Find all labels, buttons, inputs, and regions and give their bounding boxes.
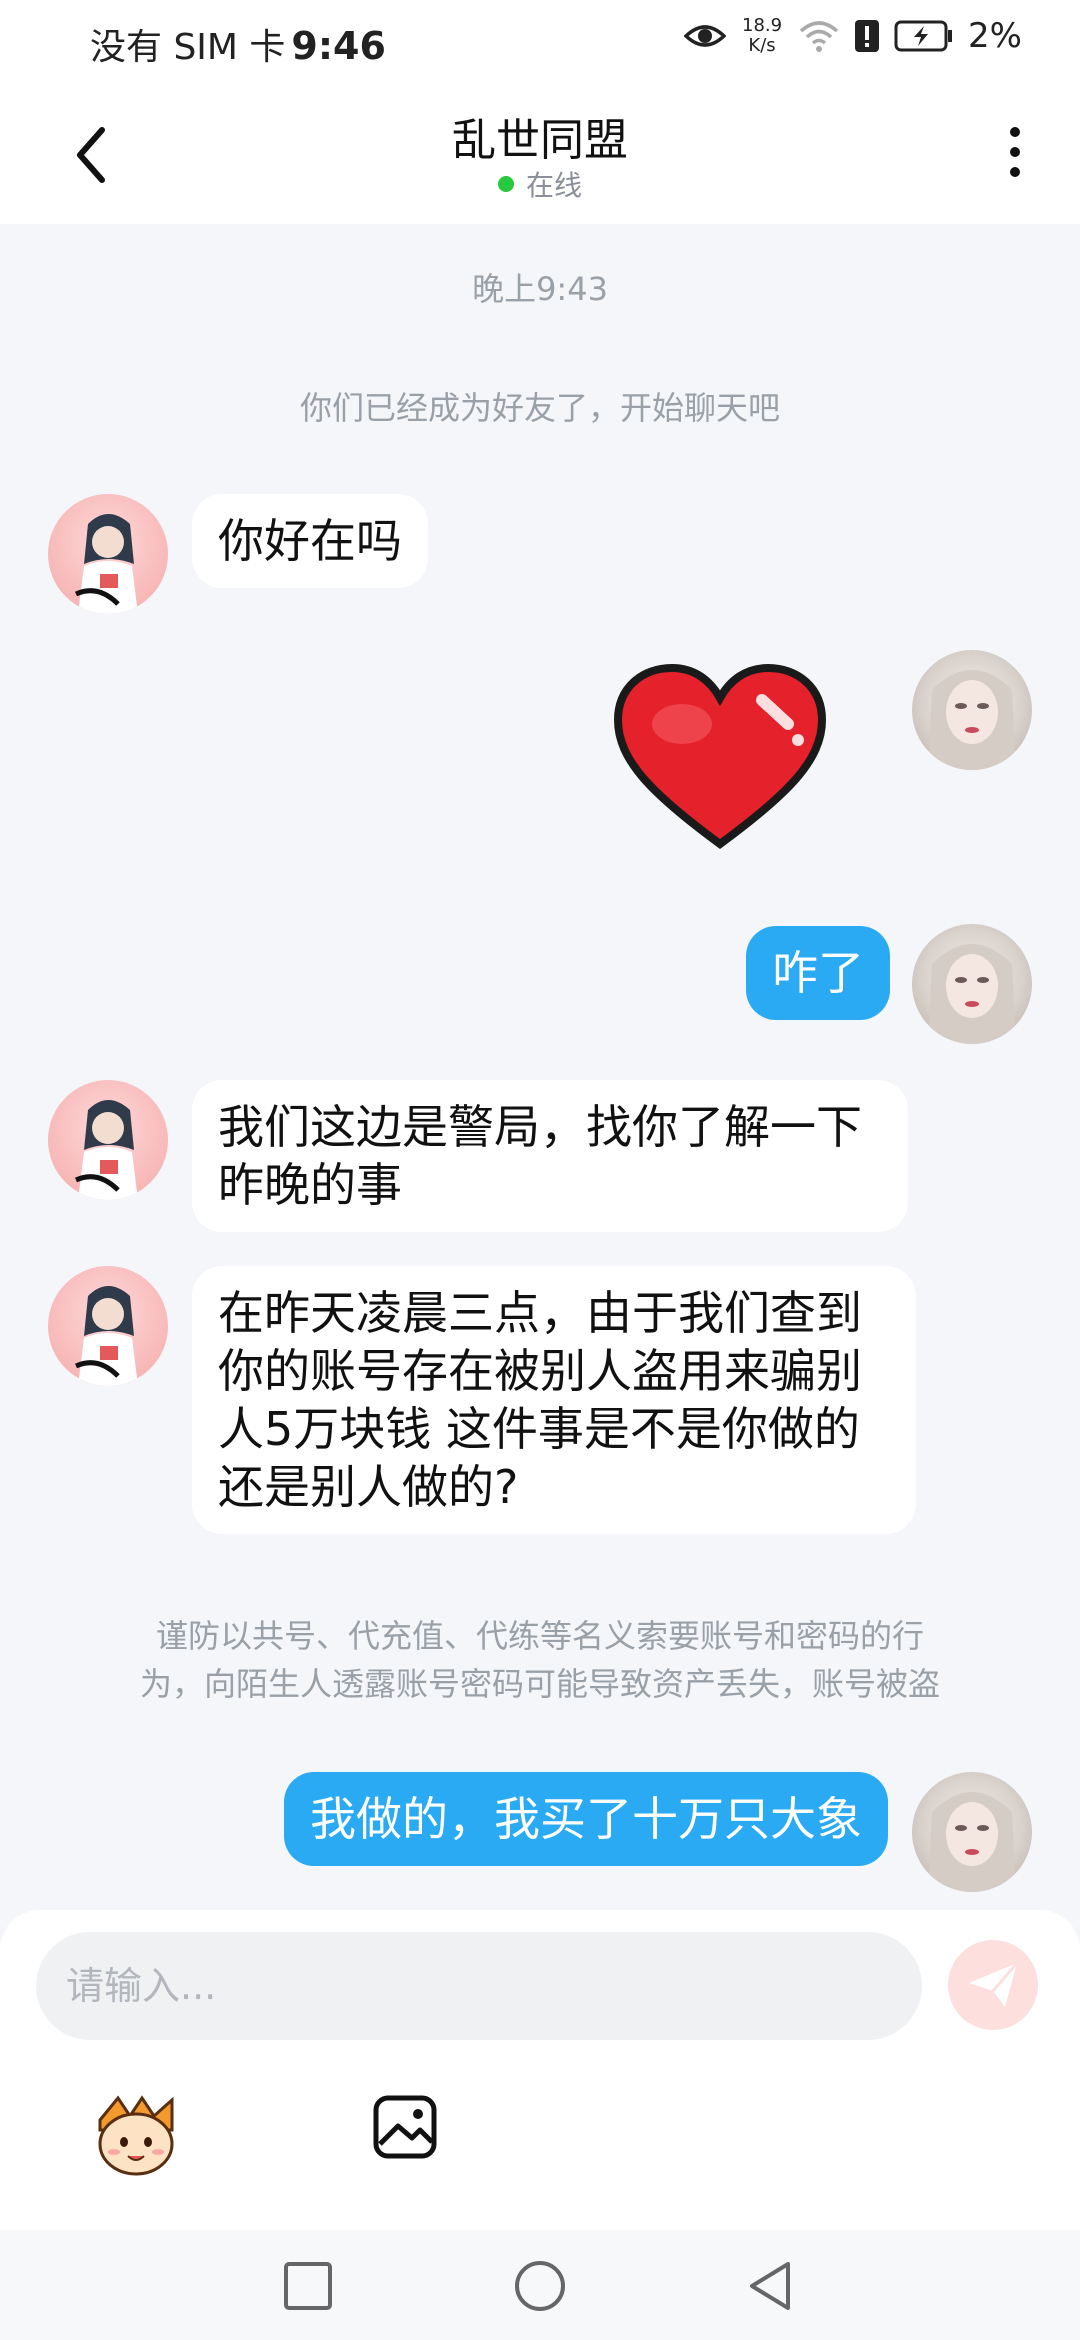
battery-percent: 2% bbox=[968, 16, 1022, 56]
eye-icon bbox=[684, 25, 727, 47]
message-line: 人5万块钱 这件事是不是你做的 bbox=[218, 1402, 860, 1456]
nav-back-triangle-icon[interactable] bbox=[742, 2258, 798, 2314]
avatar-face bbox=[928, 1792, 1016, 1892]
nav-circle-icon[interactable] bbox=[512, 2258, 568, 2314]
status-right: 18.9 K/s 2% bbox=[684, 16, 1022, 56]
battery-icon bbox=[894, 20, 953, 52]
avatar-figure bbox=[74, 1100, 138, 1200]
message-line: 在昨天凌晨三点，由于我们查到 bbox=[218, 1286, 862, 1340]
online-status: 在线 bbox=[0, 164, 1080, 204]
warning-line: 谨防以共号、代充值、代练等名义索要账号和密码的行 bbox=[155, 1617, 924, 1655]
message-bubble-incoming[interactable]: 我们这边是警局，找你了解一下 昨晚的事 bbox=[192, 1080, 908, 1232]
nav-square-icon[interactable] bbox=[280, 2258, 336, 2314]
system-friend-message: 你们已经成为好友了，开始聊天吧 bbox=[299, 389, 780, 427]
warning-line: 为，向陌生人透露账号密码可能导致资产丢失，账号被盗 bbox=[139, 1665, 940, 1703]
alert-icon bbox=[855, 20, 880, 52]
other-avatar[interactable] bbox=[48, 1266, 168, 1386]
message-bubble-outgoing[interactable]: 我做的，我买了十万只大象 bbox=[284, 1772, 888, 1866]
message-line: 还是别人做的? bbox=[218, 1460, 519, 1514]
emoji-mascot-icon[interactable] bbox=[90, 2090, 182, 2182]
status-bar: 没有 SIM 卡 9:46 18.9 K/s 2% bbox=[0, 0, 1080, 84]
security-warning: 谨防以共号、代充值、代练等名义索要账号和密码的行 为，向陌生人透露账号密码可能导… bbox=[60, 1612, 1020, 1708]
online-dot bbox=[497, 176, 514, 192]
send-button[interactable] bbox=[948, 1940, 1038, 2030]
chat-header: 乱世同盟 在线 bbox=[0, 84, 1080, 224]
input-panel bbox=[0, 1910, 1080, 2230]
message-input[interactable] bbox=[36, 1932, 922, 2040]
wifi-icon bbox=[799, 21, 839, 52]
my-avatar[interactable] bbox=[912, 1772, 1032, 1892]
net-speed: 18.9 K/s bbox=[740, 16, 784, 56]
my-avatar[interactable] bbox=[912, 924, 1032, 1044]
send-plane-icon bbox=[969, 1962, 1019, 2007]
message-bubble-incoming[interactable]: 你好在吗 bbox=[192, 494, 428, 588]
carrier-text: 没有 SIM 卡 bbox=[90, 27, 286, 68]
status-left: 没有 SIM 卡 9:46 bbox=[90, 18, 386, 70]
message-line: 我们这边是警局，找你了解一下 bbox=[218, 1100, 862, 1154]
message-bubble-incoming[interactable]: 在昨天凌晨三点，由于我们查到 你的账号存在被别人盗用来骗别 人5万块钱 这件事是… bbox=[192, 1266, 916, 1534]
net-speed-value: 18.9 bbox=[742, 15, 783, 36]
chat-title: 乱世同盟 bbox=[452, 115, 628, 166]
my-avatar[interactable] bbox=[912, 650, 1032, 770]
avatar-face bbox=[928, 670, 1016, 770]
message-line: 你的账号存在被别人盗用来骗别 bbox=[218, 1344, 862, 1398]
other-avatar[interactable] bbox=[48, 494, 168, 614]
avatar-face bbox=[928, 944, 1016, 1044]
message-bubble-outgoing[interactable]: 咋了 bbox=[746, 926, 890, 1020]
clock: 9:46 bbox=[291, 24, 386, 68]
avatar-figure bbox=[74, 1286, 138, 1386]
net-speed-unit: K/s bbox=[748, 35, 776, 56]
system-nav-bar bbox=[0, 2230, 1080, 2340]
online-status-text: 在线 bbox=[525, 169, 582, 202]
chat-area[interactable]: 晚上9:43 你们已经成为好友了，开始聊天吧 你好在吗 咋了 我们这边是警局，找… bbox=[0, 224, 1080, 1910]
more-vertical-icon[interactable] bbox=[1000, 122, 1030, 182]
time-tag: 晚上9:43 bbox=[472, 270, 608, 308]
message-line: 昨晚的事 bbox=[218, 1158, 402, 1212]
avatar-figure bbox=[74, 514, 138, 614]
heart-sticker[interactable] bbox=[612, 664, 828, 850]
image-icon[interactable] bbox=[372, 2094, 438, 2160]
other-avatar[interactable] bbox=[48, 1080, 168, 1200]
